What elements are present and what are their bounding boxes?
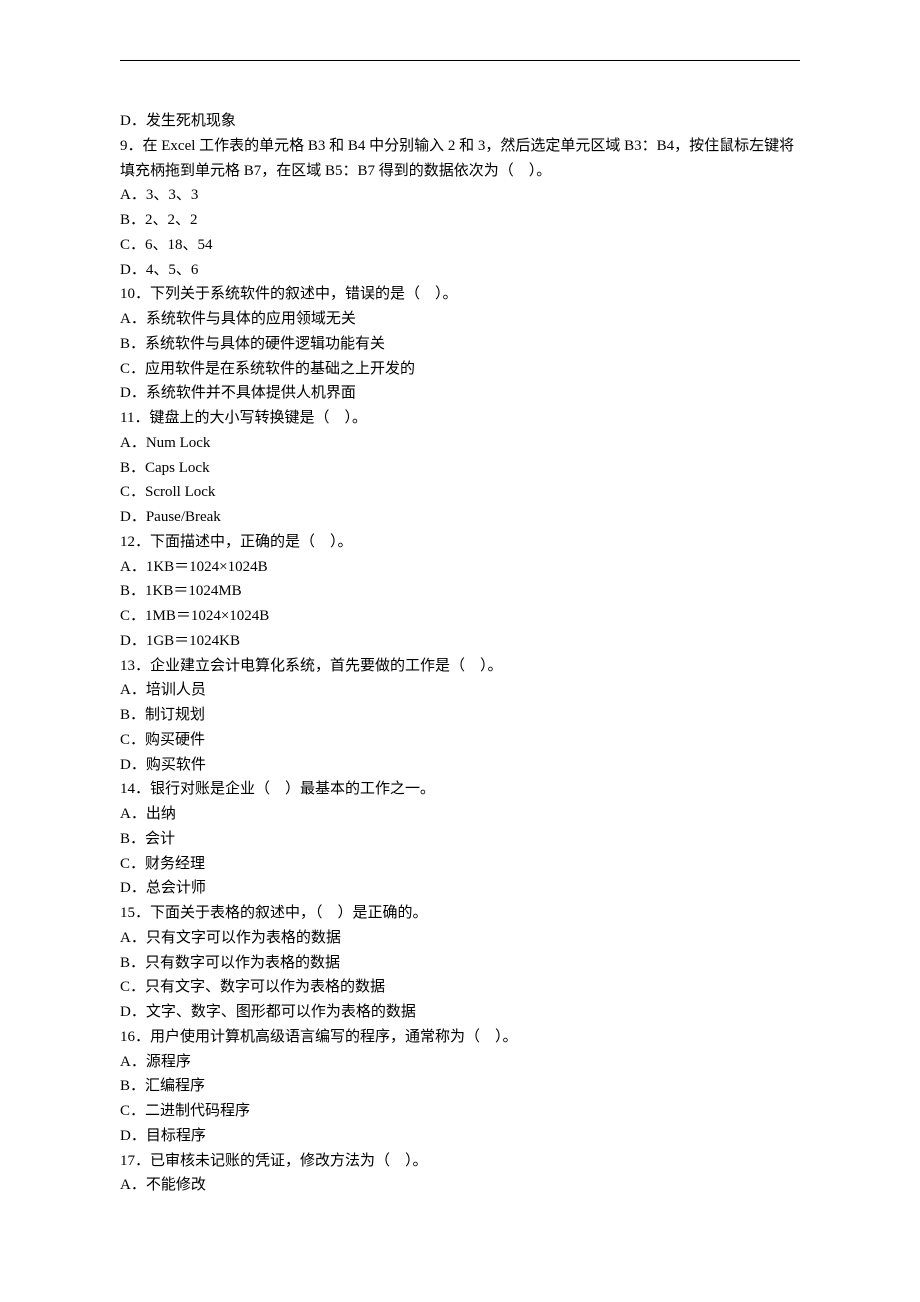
option-text: D．总会计师 bbox=[120, 876, 800, 901]
option-text: A．Num Lock bbox=[120, 431, 800, 456]
question-text: 10．下列关于系统软件的叙述中，错误的是（ ）。 bbox=[120, 282, 800, 307]
option-text: C．财务经理 bbox=[120, 852, 800, 877]
option-text: C．1MB＝1024×1024B bbox=[120, 604, 800, 629]
question-text: 17．已审核未记账的凭证，修改方法为（ ）。 bbox=[120, 1149, 800, 1174]
option-text: D．Pause/Break bbox=[120, 505, 800, 530]
option-text: D．发生死机现象 bbox=[120, 109, 800, 134]
option-text: C．6、18、54 bbox=[120, 233, 800, 258]
option-text: D．购买软件 bbox=[120, 753, 800, 778]
top-horizontal-rule bbox=[120, 60, 800, 61]
option-text: B．Caps Lock bbox=[120, 456, 800, 481]
option-text: D．目标程序 bbox=[120, 1124, 800, 1149]
question-text: 16．用户使用计算机高级语言编写的程序，通常称为（ ）。 bbox=[120, 1025, 800, 1050]
question-text: 13．企业建立会计电算化系统，首先要做的工作是（ ）。 bbox=[120, 654, 800, 679]
option-text: D．1GB＝1024KB bbox=[120, 629, 800, 654]
question-text: 9．在 Excel 工作表的单元格 B3 和 B4 中分别输入 2 和 3，然后… bbox=[120, 134, 800, 184]
option-text: C．应用软件是在系统软件的基础之上开发的 bbox=[120, 357, 800, 382]
option-text: D．4、5、6 bbox=[120, 258, 800, 283]
option-text: C．只有文字、数字可以作为表格的数据 bbox=[120, 975, 800, 1000]
option-text: A．源程序 bbox=[120, 1050, 800, 1075]
question-text: 12．下面描述中，正确的是（ ）。 bbox=[120, 530, 800, 555]
option-text: B．2、2、2 bbox=[120, 208, 800, 233]
option-text: D．文字、数字、图形都可以作为表格的数据 bbox=[120, 1000, 800, 1025]
option-text: A．3、3、3 bbox=[120, 183, 800, 208]
option-text: A．培训人员 bbox=[120, 678, 800, 703]
option-text: B．汇编程序 bbox=[120, 1074, 800, 1099]
option-text: C．购买硬件 bbox=[120, 728, 800, 753]
option-text: A．系统软件与具体的应用领域无关 bbox=[120, 307, 800, 332]
option-text: B．1KB＝1024MB bbox=[120, 579, 800, 604]
option-text: D．系统软件并不具体提供人机界面 bbox=[120, 381, 800, 406]
document-page: D．发生死机现象 9．在 Excel 工作表的单元格 B3 和 B4 中分别输入… bbox=[0, 0, 920, 1302]
question-text: 15．下面关于表格的叙述中，（ ）是正确的。 bbox=[120, 901, 800, 926]
question-text: 11．键盘上的大小写转换键是（ ）。 bbox=[120, 406, 800, 431]
option-text: A．不能修改 bbox=[120, 1173, 800, 1198]
option-text: A．只有文字可以作为表格的数据 bbox=[120, 926, 800, 951]
option-text: A．1KB＝1024×1024B bbox=[120, 555, 800, 580]
option-text: B．制订规划 bbox=[120, 703, 800, 728]
option-text: B．会计 bbox=[120, 827, 800, 852]
option-text: B．系统软件与具体的硬件逻辑功能有关 bbox=[120, 332, 800, 357]
option-text: C．Scroll Lock bbox=[120, 480, 800, 505]
option-text: C．二进制代码程序 bbox=[120, 1099, 800, 1124]
question-text: 14．银行对账是企业（ ）最基本的工作之一。 bbox=[120, 777, 800, 802]
option-text: A．出纳 bbox=[120, 802, 800, 827]
option-text: B．只有数字可以作为表格的数据 bbox=[120, 951, 800, 976]
